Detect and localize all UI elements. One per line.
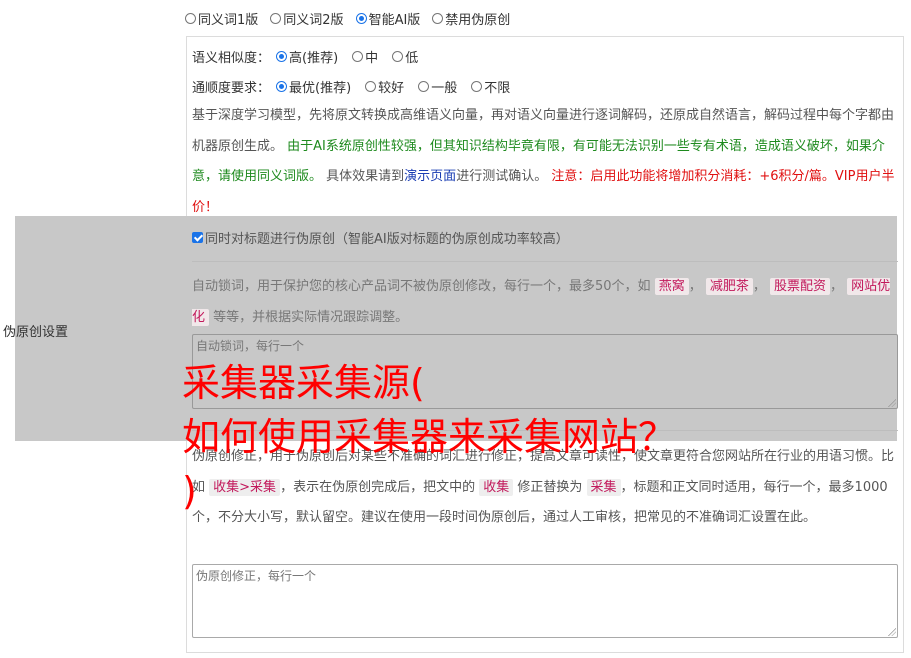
option-label: 一般 (431, 81, 458, 96)
similarity-option-medium[interactable]: 中 (352, 47, 378, 66)
mode-option-label: 智能AI版 (368, 13, 421, 28)
radio-selected-icon[interactable] (276, 81, 288, 92)
overlay-line: 如何使用采集器来采集网站？ (182, 415, 677, 459)
radio-icon[interactable] (418, 81, 430, 92)
option-label: 低 (405, 51, 419, 66)
radio-icon[interactable] (365, 81, 377, 92)
resize-handle-icon[interactable] (888, 399, 896, 407)
lock-words-text: 自动锁词，用于保护您的核心产品词不被伪原创修改，每行一个，最多50个，如 (192, 279, 651, 294)
correction-placeholder: 伪原创修正，每行一个 (196, 569, 317, 583)
mode-option-label: 同义词2版 (283, 13, 344, 28)
overlay-line: ) (182, 469, 197, 513)
mode-option-disable[interactable]: 禁用伪原创 (432, 9, 510, 28)
mode-option-synonym1[interactable]: 同义词1版 (185, 9, 258, 28)
similarity-option-low[interactable]: 低 (392, 47, 418, 66)
option-label: 高(推荐) (289, 51, 339, 66)
example-tag: 燕窝 (654, 278, 689, 295)
similarity-option-high[interactable]: 高(推荐) (276, 47, 338, 66)
pseudo-original-settings-label: 伪原创设置 (3, 325, 69, 340)
fluency-option-normal[interactable]: 一般 (418, 77, 457, 96)
radio-icon[interactable] (471, 81, 483, 92)
fluency-row: 通顺度要求： 最优(推荐) 较好 一般 不限 (192, 77, 524, 96)
radio-icon[interactable] (392, 51, 404, 62)
description-text: 具体效果请到 (326, 169, 405, 184)
mode-option-label: 同义词1版 (198, 13, 259, 28)
option-label: 最优(推荐) (289, 81, 352, 96)
fluency-option-good[interactable]: 较好 (365, 77, 404, 96)
overlay-line: 采集器采集源( (182, 361, 425, 405)
divider (192, 261, 898, 262)
mode-option-label: 禁用伪原创 (445, 13, 511, 28)
radio-icon[interactable] (270, 13, 282, 24)
page: 同义词1版 同义词2版 智能AI版 禁用伪原创 语义相似度： 高(推荐) 中 低 (0, 0, 911, 658)
fluency-option-best[interactable]: 最优(推荐) (276, 77, 351, 96)
option-label: 不限 (484, 81, 511, 96)
description-text: 进行测试确认。 (456, 169, 548, 184)
fluency-label: 通顺度要求： (192, 81, 271, 96)
similarity-label: 语义相似度： (192, 51, 271, 66)
lock-words-description: 自动锁词，用于保护您的核心产品词不被伪原创修改，每行一个，最多50个，如 燕窝，… (192, 278, 891, 326)
example-tag: 减肥茶 (705, 278, 753, 295)
mode-radio-group: 同义词1版 同义词2版 智能AI版 禁用伪原创 (185, 9, 522, 28)
demo-page-link[interactable]: 演示页面 (404, 169, 456, 184)
mode-option-synonym2[interactable]: 同义词2版 (270, 9, 344, 28)
checkbox-checked-icon[interactable] (192, 232, 203, 243)
title-overlay-text: 采集器采集源( 如何使用采集器来采集网站？ ) (182, 356, 676, 518)
ai-mode-description: 基于深度学习模型，先将原文转换成高维语义向量，再对语义向量进行逐词解码，还原成自… (192, 101, 900, 223)
title-rewrite-checkbox-row[interactable]: 同时对标题进行伪原创（智能AI版对标题的伪原创成功率较高） (192, 228, 569, 247)
fluency-option-unlimited[interactable]: 不限 (471, 77, 510, 96)
lock-words-placeholder: 自动锁词，每行一个 (196, 339, 305, 353)
correction-textarea[interactable]: 伪原创修正，每行一个 (192, 564, 898, 638)
lock-words-text: 等等，并根据实际情况跟踪调整。 (213, 309, 409, 325)
resize-handle-icon[interactable] (888, 628, 896, 636)
title-rewrite-label: 同时对标题进行伪原创（智能AI版对标题的伪原创成功率较高） (205, 232, 569, 247)
radio-icon[interactable] (432, 13, 444, 24)
radio-icon[interactable] (185, 13, 196, 24)
option-label: 较好 (378, 81, 405, 96)
radio-selected-icon[interactable] (276, 51, 288, 62)
radio-icon[interactable] (352, 51, 364, 62)
option-label: 中 (365, 51, 379, 66)
similarity-row: 语义相似度： 高(推荐) 中 低 (192, 47, 432, 66)
radio-selected-icon[interactable] (355, 13, 367, 24)
mode-option-ai[interactable]: 智能AI版 (355, 9, 421, 28)
example-tag: 股票配资 (770, 278, 831, 295)
